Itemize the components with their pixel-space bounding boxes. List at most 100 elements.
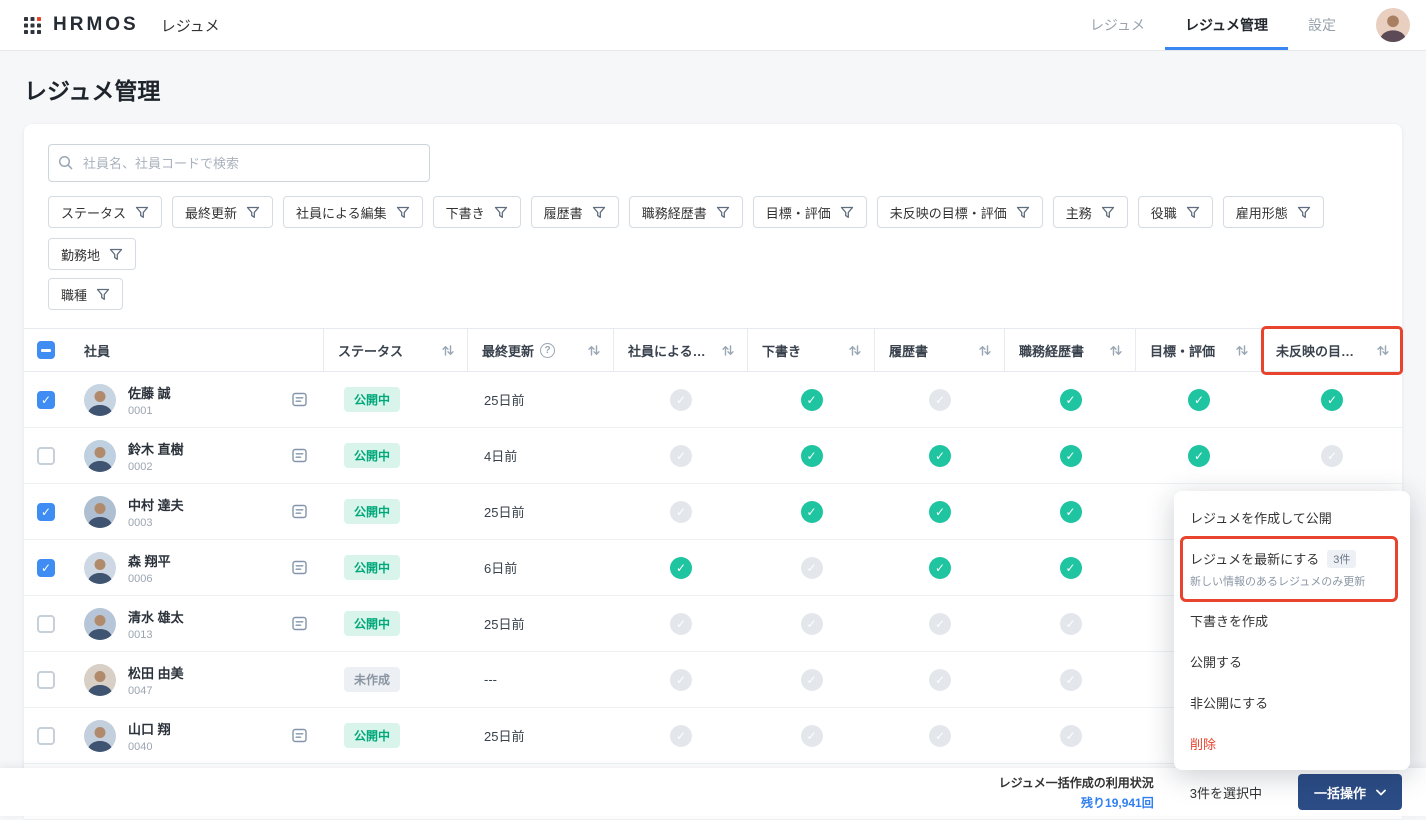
note-icon[interactable]	[291, 503, 308, 520]
status-badge: 公開中	[344, 499, 400, 524]
app-switcher-icon[interactable]	[24, 17, 41, 34]
help-icon[interactable]: ?	[540, 343, 555, 358]
menu-item-label: レジュメを作成して公開	[1190, 508, 1332, 527]
check-circle-gray: ✓	[929, 389, 951, 411]
column-header[interactable]: 履歴書	[875, 329, 1005, 371]
filter-chip-label: 最終更新	[185, 203, 237, 222]
nav-tab-resume[interactable]: レジュメ	[1070, 0, 1165, 50]
filter-chip-label: 未反映の目標・評価	[890, 203, 1007, 222]
filter-icon	[716, 206, 730, 219]
status-badge: 公開中	[344, 555, 400, 580]
sort-icon[interactable]	[978, 344, 992, 357]
column-header[interactable]: 職務経歴書	[1005, 329, 1136, 371]
user-avatar[interactable]	[1376, 8, 1410, 42]
row-checkbox[interactable]	[37, 559, 55, 577]
column-header[interactable]: 最終更新 ?	[468, 329, 614, 371]
check-circle-gray: ✓	[801, 557, 823, 579]
check-circle-gray: ✓	[801, 613, 823, 635]
nav-tab-label: 設定	[1308, 15, 1336, 35]
bulk-menu-item[interactable]: 下書きを作成	[1174, 600, 1410, 641]
note-icon[interactable]	[291, 727, 308, 744]
note-icon[interactable]	[291, 615, 308, 632]
sort-icon[interactable]	[721, 344, 735, 357]
nav-tab-settings[interactable]: 設定	[1288, 0, 1356, 50]
filter-chip[interactable]: 履歴書	[531, 196, 619, 228]
employee-cell: 鈴木 直樹 0002	[76, 428, 324, 483]
filter-chip-label: 勤務地	[61, 245, 100, 264]
check-circle-gray: ✓	[670, 613, 692, 635]
note-icon[interactable]	[291, 447, 308, 464]
bottom-bar: レジュメ一括作成の利用状況 残り19,941回 3件を選択中 一括操作	[0, 768, 1426, 816]
bulk-menu-item[interactable]: 公開する	[1174, 641, 1410, 682]
select-all-checkbox[interactable]	[37, 341, 55, 359]
bulk-menu-item[interactable]: 非公開にする	[1174, 682, 1410, 723]
sort-icon[interactable]	[441, 344, 455, 357]
bulk-menu-item[interactable]: 削除	[1174, 723, 1410, 764]
row-checkbox[interactable]	[37, 391, 55, 409]
filter-chip[interactable]: 雇用形態	[1223, 196, 1324, 228]
filter-chip[interactable]: 職務経歴書	[629, 196, 743, 228]
column-header[interactable]: 下書き	[748, 329, 875, 371]
filter-chip[interactable]: 目標・評価	[753, 196, 867, 228]
row-checkbox[interactable]	[37, 671, 55, 689]
bulk-menu-item[interactable]: レジュメを作成して公開	[1174, 497, 1410, 538]
filter-chip[interactable]: 未反映の目標・評価	[877, 196, 1043, 228]
filter-chip[interactable]: 下書き	[433, 196, 521, 228]
employee-code: 0047	[128, 685, 184, 697]
usage-status: レジュメ一括作成の利用状況 残り19,941回	[999, 774, 1154, 811]
check-circle-gray: ✓	[1060, 613, 1082, 635]
employee-cell: 中村 達夫 0003	[76, 484, 324, 539]
filter-chip[interactable]: 役職	[1138, 196, 1213, 228]
filter-chip-label: 履歴書	[544, 203, 583, 222]
column-header[interactable]: 社員による…	[614, 329, 748, 371]
check-circle-green: ✓	[1188, 445, 1210, 467]
bulk-action-button[interactable]: 一括操作	[1298, 774, 1402, 810]
filter-row: ステータス 最終更新 社員による編集 下書き 履歴書 職務経歴書 目標・評価 未…	[48, 196, 1378, 270]
column-header[interactable]: ステータス	[324, 329, 468, 371]
filter-chip[interactable]: 社員による編集	[283, 196, 423, 228]
employee-code: 0040	[128, 741, 171, 753]
column-header[interactable]: 未反映の目…	[1262, 329, 1402, 371]
usage-remaining-link[interactable]: 残り19,941回	[999, 794, 1154, 811]
sort-icon[interactable]	[587, 344, 601, 357]
filter-icon	[592, 206, 606, 219]
nav-right: レジュメ レジュメ管理 設定	[1070, 0, 1410, 50]
search-input[interactable]	[48, 144, 430, 182]
note-icon[interactable]	[291, 559, 308, 576]
row-checkbox[interactable]	[37, 615, 55, 633]
filter-chip[interactable]: ステータス	[48, 196, 162, 228]
filter-chip-label: 社員による編集	[296, 203, 387, 222]
row-checkbox[interactable]	[37, 447, 55, 465]
column-header-label: 社員による…	[628, 341, 706, 360]
column-header[interactable]: 社員	[76, 329, 324, 371]
bulk-menu-item[interactable]: レジュメを最新にする 3件 新しい情報のあるレジュメのみ更新	[1174, 538, 1410, 600]
column-header[interactable]: 目標・評価	[1136, 329, 1262, 371]
check-circle-gray: ✓	[801, 669, 823, 691]
nav-tab-resume-management[interactable]: レジュメ管理	[1165, 0, 1288, 50]
sort-icon[interactable]	[848, 344, 862, 357]
check-circle-green: ✓	[1060, 445, 1082, 467]
sort-icon[interactable]	[1235, 344, 1249, 357]
filter-row: 職種	[48, 278, 1378, 310]
sort-icon[interactable]	[1376, 344, 1390, 357]
check-circle-gray: ✓	[1060, 725, 1082, 747]
column-header-label: 目標・評価	[1150, 341, 1215, 360]
note-icon[interactable]	[291, 391, 308, 408]
employee-avatar	[84, 608, 116, 640]
row-checkbox[interactable]	[37, 727, 55, 745]
hrmos-logo[interactable]: HRMOS	[53, 14, 139, 36]
check-circle-green: ✓	[1321, 389, 1343, 411]
search-area	[24, 124, 1402, 182]
filter-chip[interactable]: 職種	[48, 278, 123, 310]
menu-item-label: 削除	[1190, 734, 1216, 753]
filter-chip[interactable]: 最終更新	[172, 196, 273, 228]
table-row: 佐藤 誠 0001 公開中 25日前 ✓✓✓✓✓✓	[24, 372, 1402, 428]
filter-chip[interactable]: 勤務地	[48, 238, 136, 270]
employee-name: 鈴木 直樹	[128, 439, 184, 458]
filter-chip[interactable]: 主務	[1053, 196, 1128, 228]
filter-icon	[840, 206, 854, 219]
row-checkbox[interactable]	[37, 503, 55, 521]
status-badge: 公開中	[344, 723, 400, 748]
sort-icon[interactable]	[1109, 344, 1123, 357]
last-updated-value: 25日前	[468, 372, 614, 427]
